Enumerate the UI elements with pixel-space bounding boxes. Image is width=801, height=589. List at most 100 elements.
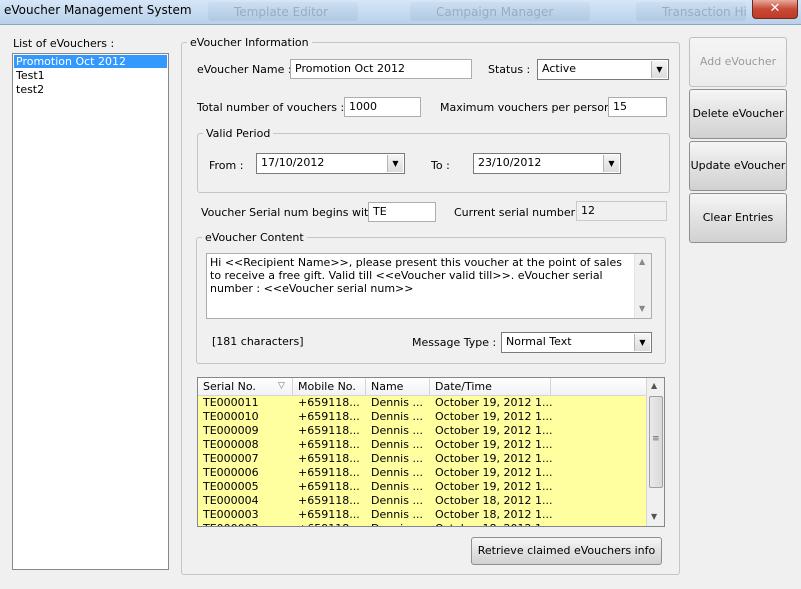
chevron-down-icon: ▼ — [387, 155, 403, 172]
background-tab-label: Template Editor — [234, 5, 329, 19]
voucher-content-label: eVoucher Content — [202, 231, 307, 244]
column-header-label: Mobile No. — [298, 380, 356, 393]
table-cell: +659118... — [298, 452, 360, 465]
status-dropdown[interactable]: Active ▼ — [537, 59, 669, 80]
voucher-content-textarea[interactable]: Hi <<Recipient Name>>, please present th… — [206, 253, 652, 319]
scrollbar-thumb[interactable]: ≡ — [649, 396, 663, 488]
table-cell: TE000008 — [203, 438, 259, 451]
column-header-label: Serial No. — [203, 380, 256, 393]
close-button[interactable]: ✕ — [752, 0, 798, 19]
status-label: Status : — [488, 63, 531, 76]
message-type-value: Normal Text — [506, 335, 572, 348]
voucher-list-item[interactable]: Promotion Oct 2012 — [14, 55, 167, 68]
table-row[interactable]: TE000005 +659118... Dennis ... October 19, … — [198, 480, 646, 494]
chevron-down-icon: ▼ — [634, 334, 650, 351]
table-row[interactable]: TE000002 +659118... Dennis ... October 18, … — [198, 522, 646, 526]
table-cell: +659118... — [298, 410, 360, 423]
scroll-up-icon[interactable]: ▲ — [639, 257, 645, 266]
content-scrollbar[interactable]: ▲ ▼ — [634, 254, 651, 318]
update-voucher-button[interactable]: Update eVoucher — [689, 141, 787, 191]
column-header-mobile[interactable]: Mobile No. — [293, 378, 366, 395]
total-vouchers-label: Total number of vouchers : — [197, 101, 345, 114]
table-cell: October 19, 2012 1... — [435, 438, 553, 451]
close-icon: ✕ — [769, 1, 781, 16]
background-tab-label: Campaign Manager — [436, 5, 554, 19]
delete-voucher-button[interactable]: Delete eVoucher — [689, 89, 787, 139]
background-tab-label: Transaction Hi — [662, 5, 747, 19]
current-serial-field: 12 — [576, 201, 667, 221]
from-date-value: 17/10/2012 — [261, 156, 325, 169]
grid-header: Serial No. ▽ Mobile No. Name Date/Time — [198, 378, 646, 396]
from-date-picker[interactable]: 17/10/2012 ▼ — [256, 153, 405, 174]
table-cell: October 19, 2012 1... — [435, 396, 553, 409]
voucher-content-text: Hi <<Recipient Name>>, please present th… — [210, 256, 622, 295]
table-row[interactable]: TE000009 +659118... Dennis ... October 19, … — [198, 424, 646, 438]
table-cell: TE000002 — [203, 522, 259, 526]
column-header-label: Date/Time — [435, 380, 492, 393]
column-header-datetime[interactable]: Date/Time — [430, 378, 551, 395]
table-row[interactable]: TE000008 +659118... Dennis ... October 19, … — [198, 438, 646, 452]
table-cell: +659118... — [298, 438, 360, 451]
sort-arrow-icon: ▽ — [278, 381, 285, 391]
clear-entries-button[interactable]: Clear Entries — [689, 193, 787, 243]
claimed-vouchers-grid[interactable]: Serial No. ▽ Mobile No. Name Date/Time T… — [197, 377, 665, 527]
table-cell: Dennis ... — [371, 522, 423, 526]
table-row[interactable]: TE000007 +659118... Dennis ... October 19, … — [198, 452, 646, 466]
table-row[interactable]: TE000010 +659118... Dennis ... October 19, … — [198, 410, 646, 424]
to-label: To : — [431, 159, 450, 172]
table-cell: Dennis ... — [371, 438, 423, 451]
table-cell: Dennis ... — [371, 410, 423, 423]
table-cell: Dennis ... — [371, 480, 423, 493]
table-cell: +659118... — [298, 508, 360, 521]
table-cell: +659118... — [298, 466, 360, 479]
retrieve-claimed-button[interactable]: Retrieve claimed eVouchers info — [471, 537, 662, 565]
table-row[interactable]: TE000003 +659118... Dennis ... October 18, … — [198, 508, 646, 522]
table-cell: October 19, 2012 1... — [435, 424, 553, 437]
table-cell: October 18, 2012 1... — [435, 522, 553, 526]
table-cell: Dennis ... — [371, 452, 423, 465]
table-cell: October 19, 2012 1... — [435, 452, 553, 465]
chevron-down-icon: ▼ — [651, 61, 667, 78]
max-per-person-field[interactable]: 15 — [608, 97, 667, 117]
add-voucher-button[interactable]: Add eVoucher — [689, 37, 787, 87]
current-serial-label: Current serial number : — [454, 206, 583, 219]
table-cell: +659118... — [298, 522, 360, 526]
message-type-dropdown[interactable]: Normal Text ▼ — [501, 332, 652, 353]
title-bar: eVoucher Management System Template Edit… — [0, 0, 801, 25]
status-value: Active — [542, 62, 577, 75]
valid-period-label: Valid Period — [203, 127, 274, 140]
grid-body: TE000011 +659118... Dennis ... October 19, … — [198, 396, 646, 526]
scroll-up-icon[interactable]: ▲ — [651, 381, 657, 390]
voucher-list-item[interactable]: Test1 — [14, 69, 167, 82]
serial-begin-field[interactable]: TE — [368, 202, 436, 222]
voucher-list-label: List of eVouchers : — [13, 37, 115, 50]
table-cell: October 19, 2012 1... — [435, 466, 553, 479]
from-label: From : — [209, 159, 244, 172]
table-cell: TE000006 — [203, 466, 259, 479]
total-vouchers-field[interactable]: 1000 — [344, 97, 421, 117]
to-date-value: 23/10/2012 — [478, 156, 542, 169]
table-cell: Dennis ... — [371, 494, 423, 507]
table-row[interactable]: TE000011 +659118... Dennis ... October 19, … — [198, 396, 646, 410]
voucher-name-field[interactable]: Promotion Oct 2012 — [290, 59, 472, 79]
character-count: [181 characters] — [212, 335, 304, 348]
voucher-list[interactable]: Promotion Oct 2012 Test1 test2 — [12, 53, 169, 570]
table-cell: October 19, 2012 1... — [435, 480, 553, 493]
table-cell: +659118... — [298, 396, 360, 409]
message-type-label: Message Type : — [412, 336, 497, 349]
column-header-serial[interactable]: Serial No. ▽ — [198, 378, 293, 395]
table-row[interactable]: TE000006 +659118... Dennis ... October 19, … — [198, 466, 646, 480]
background-tab: Template Editor — [208, 2, 358, 21]
column-header-name[interactable]: Name — [366, 378, 430, 395]
table-cell: TE000009 — [203, 424, 259, 437]
table-cell: TE000003 — [203, 508, 259, 521]
table-cell: TE000007 — [203, 452, 259, 465]
voucher-list-item[interactable]: test2 — [14, 83, 167, 96]
table-cell: TE000004 — [203, 494, 259, 507]
grid-scrollbar[interactable]: ▲ ≡ ▼ — [646, 378, 664, 526]
to-date-picker[interactable]: 23/10/2012 ▼ — [473, 153, 621, 174]
scroll-down-icon[interactable]: ▼ — [639, 304, 645, 313]
table-cell: Dennis ... — [371, 424, 423, 437]
table-row[interactable]: TE000004 +659118... Dennis ... October 18, … — [198, 494, 646, 508]
scroll-down-icon[interactable]: ▼ — [651, 512, 657, 521]
